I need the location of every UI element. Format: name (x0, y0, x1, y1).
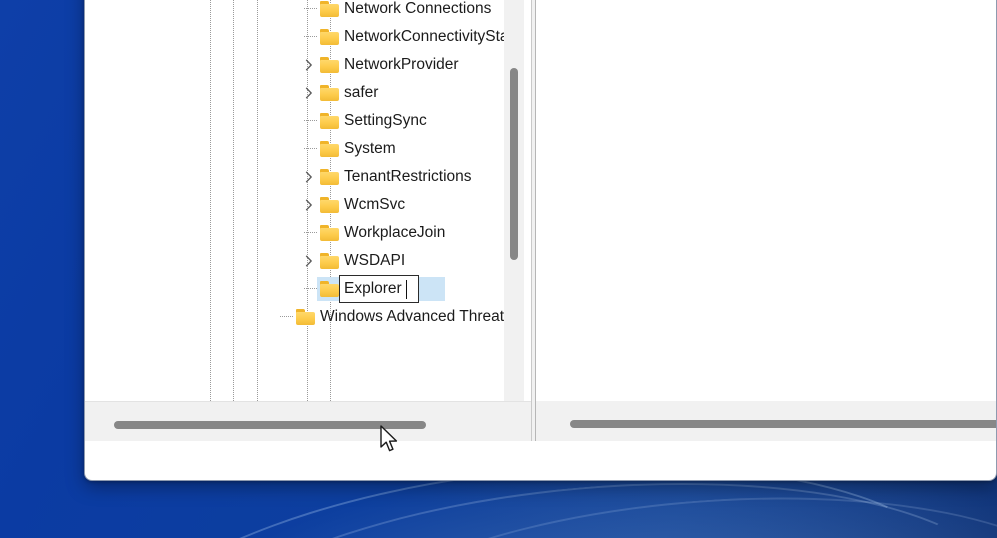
tree-row-label: NetworkConnectivityStatusI (344, 28, 504, 45)
text-caret (406, 280, 407, 299)
folder-icon (320, 1, 339, 17)
tree-row[interactable]: NetworkProvider (85, 51, 504, 79)
wallpaper-swoosh (322, 473, 997, 538)
rename-input[interactable]: Explorer (339, 275, 419, 303)
registry-values-pane[interactable] (536, 0, 996, 441)
folder-icon (320, 29, 339, 45)
folder-icon (320, 169, 339, 185)
tree-row-label: WcmSvc (344, 196, 406, 213)
tree-row-label: NetworkProvider (344, 56, 459, 73)
tree-horizontal-scroll-thumb[interactable] (114, 421, 426, 429)
tree-elbow-connector (304, 120, 317, 121)
tree-row-label: Network Connections (344, 0, 492, 17)
tree-row[interactable]: NetworkConnectivityStatusI (85, 23, 504, 51)
chevron-right-icon[interactable] (301, 57, 317, 73)
tree-row[interactable]: TenantRestrictions (85, 163, 504, 191)
tree-row[interactable]: WorkplaceJoin (85, 219, 504, 247)
tree-row-label: SettingSync (344, 112, 427, 129)
tree-row[interactable]: WcmSvc (85, 191, 504, 219)
chevron-right-icon[interactable] (301, 169, 317, 185)
tree-elbow-connector (304, 232, 317, 233)
tree-elbow-connector (304, 8, 317, 9)
tree-row[interactable]: Explorer (85, 275, 504, 303)
tree-row-label: System (344, 140, 396, 157)
tree-elbow-connector (280, 316, 293, 317)
chevron-right-icon[interactable] (301, 253, 317, 269)
folder-icon (320, 57, 339, 73)
registry-tree-pane[interactable]: CurrentVersionDataCollectionEnhancedStor… (85, 0, 531, 441)
values-horizontal-scroll-thumb[interactable] (570, 420, 996, 428)
folder-icon (320, 225, 339, 241)
tree-content: CurrentVersionDataCollectionEnhancedStor… (85, 0, 504, 401)
chevron-right-icon[interactable] (301, 85, 317, 101)
tree-vertical-scrollbar[interactable] (504, 0, 524, 401)
tree-row[interactable]: Windows Advanced Threat Pro (85, 303, 504, 331)
folder-icon (320, 253, 339, 269)
values-horizontal-scrollbar[interactable] (536, 401, 996, 441)
tree-row-label: TenantRestrictions (344, 168, 472, 185)
folder-icon (320, 113, 339, 129)
registry-editor-window: CurrentVersionDataCollectionEnhancedStor… (84, 0, 997, 481)
tree-elbow-connector (304, 148, 317, 149)
tree-horizontal-scrollbar[interactable] (85, 401, 531, 441)
tree-elbow-connector (304, 36, 317, 37)
tree-row[interactable]: Network Connections (85, 0, 504, 23)
tree-row[interactable]: WSDAPI (85, 247, 504, 275)
tree-row-label: safer (344, 84, 379, 101)
tree-viewport[interactable]: CurrentVersionDataCollectionEnhancedStor… (85, 0, 504, 401)
tree-vertical-scroll-thumb[interactable] (510, 68, 518, 260)
chevron-right-icon[interactable] (301, 197, 317, 213)
tree-row[interactable]: SettingSync (85, 107, 504, 135)
folder-icon (320, 141, 339, 157)
folder-icon (296, 309, 315, 325)
tree-row-list: CurrentVersionDataCollectionEnhancedStor… (85, 0, 504, 331)
tree-row[interactable]: System (85, 135, 504, 163)
window-panes: CurrentVersionDataCollectionEnhancedStor… (85, 0, 996, 441)
rename-input-value: Explorer (344, 280, 402, 297)
folder-icon (320, 281, 339, 297)
folder-icon (320, 85, 339, 101)
folder-icon (320, 197, 339, 213)
tree-row[interactable]: safer (85, 79, 504, 107)
tree-elbow-connector (304, 288, 317, 289)
tree-row-label: WSDAPI (344, 252, 406, 269)
tree-row-label: Windows Advanced Threat Pro (320, 308, 504, 325)
tree-row-label: WorkplaceJoin (344, 224, 446, 241)
values-list[interactable] (536, 0, 996, 402)
